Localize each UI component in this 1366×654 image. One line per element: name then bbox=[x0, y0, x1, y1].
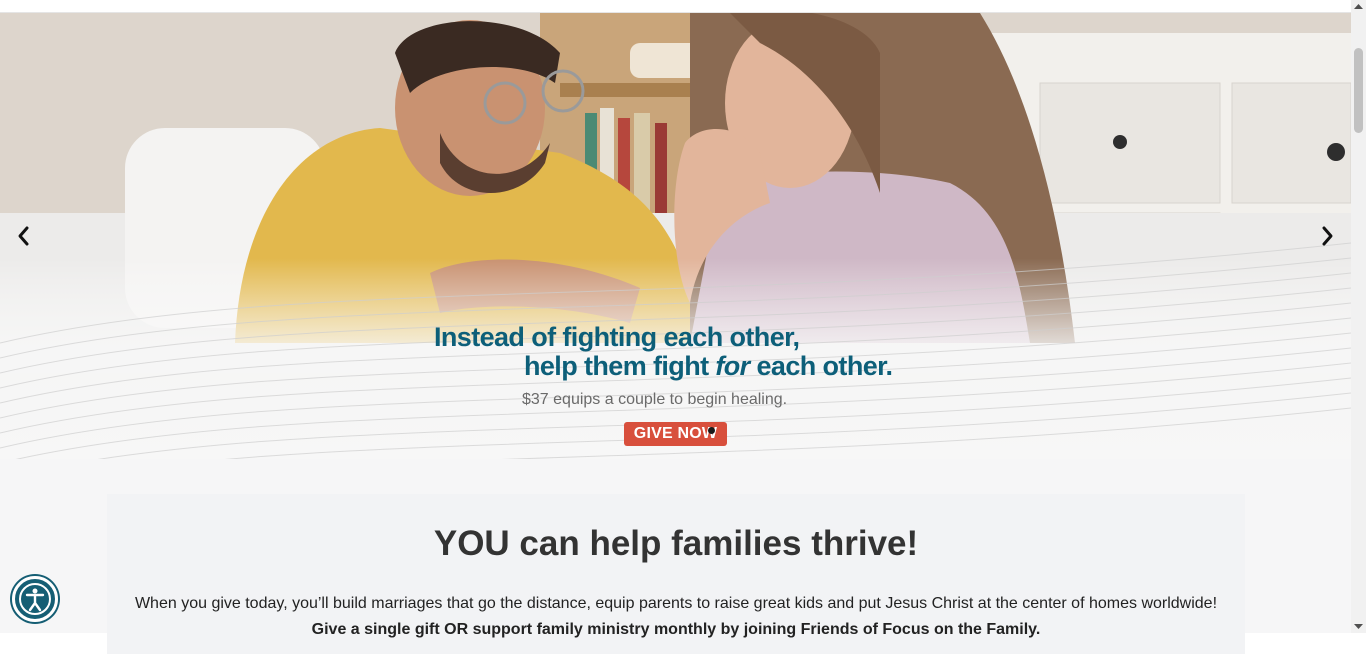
carousel-next-button[interactable] bbox=[1318, 223, 1338, 249]
give-now-button[interactable]: GIVE NOW bbox=[624, 422, 727, 446]
hero-headline-line1: Instead of fighting each other, bbox=[434, 322, 800, 352]
scrollbar-thumb[interactable] bbox=[1354, 48, 1363, 133]
carousel-indicator-dot[interactable] bbox=[708, 427, 715, 434]
vertical-scrollbar[interactable] bbox=[1351, 0, 1366, 633]
scroll-up-arrow-icon bbox=[1354, 4, 1363, 9]
hero-headline-line2-start: help them fight bbox=[524, 351, 716, 381]
hero-subline: $37 equips a couple to begin healing. bbox=[522, 391, 788, 408]
scroll-down-arrow-icon bbox=[1354, 624, 1363, 629]
scroll-down-button[interactable] bbox=[1351, 619, 1366, 633]
scroll-up-button[interactable] bbox=[1351, 0, 1366, 14]
accessibility-button[interactable] bbox=[12, 576, 58, 622]
donation-card: YOU can help families thrive! When you g… bbox=[107, 494, 1245, 654]
accessibility-icon bbox=[19, 583, 51, 615]
top-bar bbox=[0, 0, 1351, 13]
hero-headline-line2: help them fight for each other. bbox=[524, 351, 893, 382]
section-body: When you give today, you’ll build marria… bbox=[134, 595, 1218, 612]
hero-headline-line2-end: each other. bbox=[749, 351, 893, 381]
donation-section: YOU can help families thrive! When you g… bbox=[0, 459, 1351, 654]
carousel-prev-button[interactable] bbox=[13, 223, 33, 249]
section-body-bold: Give a single gift OR support family min… bbox=[311, 621, 1041, 638]
hero-headline-emphasis: for bbox=[715, 351, 750, 381]
chevron-right-icon bbox=[1322, 226, 1333, 246]
chevron-left-icon bbox=[18, 226, 29, 246]
section-title: YOU can help families thrive! bbox=[433, 524, 919, 563]
